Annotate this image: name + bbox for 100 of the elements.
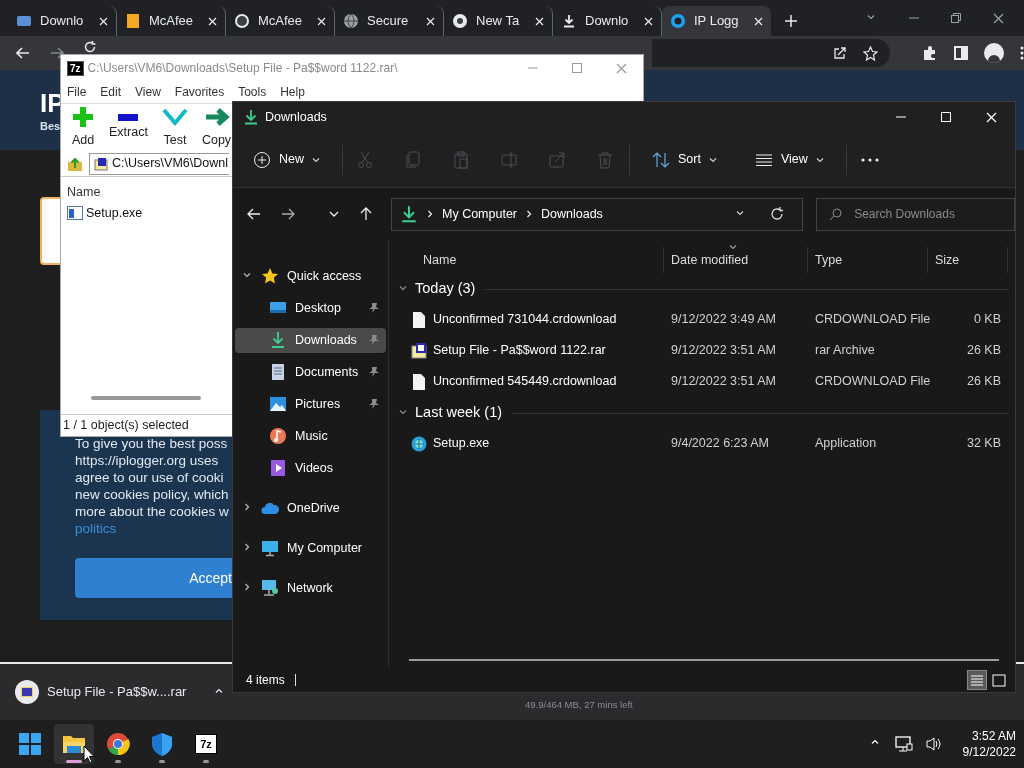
ring-logo-favicon <box>234 13 250 29</box>
share-icon[interactable] <box>833 46 847 60</box>
close-icon[interactable] <box>993 12 1004 24</box>
toolbar-button[interactable]: Extract <box>107 113 150 142</box>
file-row[interactable]: Setup.exe <box>67 203 143 223</box>
pin-icon <box>368 334 380 346</box>
breadcrumb-item[interactable]: My Computer <box>442 204 518 224</box>
menu-item[interactable]: View <box>135 83 161 101</box>
menu-item[interactable]: Tools <box>238 83 267 101</box>
up-icon[interactable] <box>359 207 373 221</box>
puzzle-icon[interactable] <box>922 45 938 61</box>
forward-icon[interactable] <box>281 207 295 221</box>
image-icon <box>269 395 287 413</box>
path-field[interactable]: C:\Users\VM6\Downl <box>89 152 229 175</box>
nav-item[interactable]: My Computer <box>235 532 386 564</box>
column-header[interactable]: Name <box>391 247 664 273</box>
menu-item[interactable]: Help <box>280 83 305 101</box>
menu-item[interactable]: File <box>67 83 87 101</box>
command-button[interactable]: Sort <box>644 143 725 176</box>
column-header[interactable]: Date modified <box>664 247 808 273</box>
menu-item[interactable]: Favorites <box>174 83 225 101</box>
chrome-icon <box>105 731 131 757</box>
file-name[interactable]: Unconfirmed 545449.crdownload <box>433 372 617 391</box>
clock[interactable]: 3:52 AM 9/12/2022 <box>954 728 1018 760</box>
column-header[interactable]: Size <box>928 247 1008 273</box>
caret-icon <box>312 155 320 164</box>
windows-icon <box>17 731 43 757</box>
cookie-text: more about the cookies w <box>75 503 229 520</box>
toolbar-button[interactable]: Copy <box>199 105 234 150</box>
recent-icon[interactable] <box>329 209 339 219</box>
sidebar-icon[interactable] <box>954 46 968 60</box>
taskbar-app[interactable]: 7z <box>186 724 226 764</box>
more-icon[interactable] <box>860 157 879 162</box>
minus-icon <box>118 113 139 121</box>
command-button[interactable]: New <box>245 143 328 176</box>
nav-item[interactable]: Downloads <box>235 327 386 353</box>
profile-avatar[interactable] <box>984 43 1004 63</box>
cookie-text: agree to our use of cooki <box>75 469 225 486</box>
cursor-icon <box>83 745 95 764</box>
globe-icon <box>343 13 359 29</box>
download-icon <box>269 331 287 349</box>
toolbar-button[interactable]: Add <box>69 105 97 150</box>
accept-button[interactable]: Accept <box>75 558 232 598</box>
nav-item[interactable]: Videos <box>235 455 386 481</box>
file-size: 32 KB <box>965 435 1002 453</box>
archive-icon <box>15 680 39 704</box>
star-icon <box>261 267 279 285</box>
policy-link[interactable]: politics <box>75 520 117 537</box>
file-name[interactable]: Setup.exe <box>433 434 490 453</box>
toolbar-button[interactable]: Test <box>159 105 190 150</box>
plus-icon <box>71 105 95 130</box>
nav-item[interactable]: Documents <box>235 359 386 385</box>
nav-item[interactable]: Quick access <box>235 260 386 292</box>
reload-icon[interactable] <box>84 41 96 53</box>
nav-item[interactable]: Desktop <box>235 295 386 321</box>
file-type: CRDOWNLOAD File <box>814 311 928 329</box>
file-date: 9/12/2022 3:51 AM <box>670 373 777 391</box>
refresh-icon[interactable] <box>770 207 785 221</box>
details-view-button[interactable] <box>967 670 987 690</box>
caret-icon <box>815 155 824 164</box>
back-icon[interactable] <box>247 207 261 221</box>
pin-icon <box>368 366 380 378</box>
command-button[interactable]: View <box>746 143 832 176</box>
restore-icon[interactable] <box>951 13 961 23</box>
group-header[interactable]: Today (3) <box>391 276 1009 302</box>
taskbar-app[interactable] <box>54 724 94 764</box>
address-bar[interactable]: My Computer Downloads <box>391 197 804 231</box>
file-icon <box>411 372 427 391</box>
nav-item[interactable]: Network <box>235 572 386 604</box>
nav-item[interactable]: Pictures <box>235 391 386 417</box>
ring-favicon <box>670 13 686 29</box>
new-tab-icon[interactable] <box>785 15 797 27</box>
volume-icon[interactable] <box>924 736 943 752</box>
network-icon[interactable] <box>894 736 913 752</box>
square-favicon <box>125 13 141 29</box>
forward-icon[interactable] <box>50 46 64 60</box>
music-note-icon <box>269 427 287 445</box>
group-header[interactable]: Last week (1) <box>391 400 1009 426</box>
download-item[interactable]: Setup File - Pa$$w....rar <box>0 664 225 720</box>
search-icon <box>829 207 843 221</box>
shield-icon <box>149 731 175 757</box>
file-name[interactable]: Unconfirmed 731044.crdownload <box>433 310 617 329</box>
status-text: 4 items <box>246 672 285 689</box>
file-name[interactable]: Setup File - Pa$$word 1122.rar <box>433 341 606 360</box>
nav-item[interactable]: OneDrive <box>235 492 386 524</box>
column-header[interactable]: Type <box>808 247 928 273</box>
breadcrumb-item[interactable]: Downloads <box>541 204 603 224</box>
browser-tab[interactable]: IP Logg <box>662 6 771 36</box>
window-title: C:\Users\VM6\Downloads\Setup File - Pa$$word 1122.rar\ <box>87 60 398 77</box>
column-header[interactable]: Name <box>67 183 101 203</box>
address-bar[interactable] <box>652 39 890 67</box>
back-icon[interactable] <box>16 46 30 60</box>
star-icon[interactable] <box>863 45 878 61</box>
search-field[interactable]: Search Downloads <box>816 197 1015 231</box>
monitor-icon <box>261 539 279 557</box>
plus-circle-icon <box>253 150 271 169</box>
folder-up-icon[interactable] <box>67 155 83 172</box>
menu-item[interactable]: Edit <box>100 83 122 101</box>
nav-item[interactable]: Music <box>235 423 386 449</box>
menu-icon[interactable] <box>1020 46 1024 60</box>
